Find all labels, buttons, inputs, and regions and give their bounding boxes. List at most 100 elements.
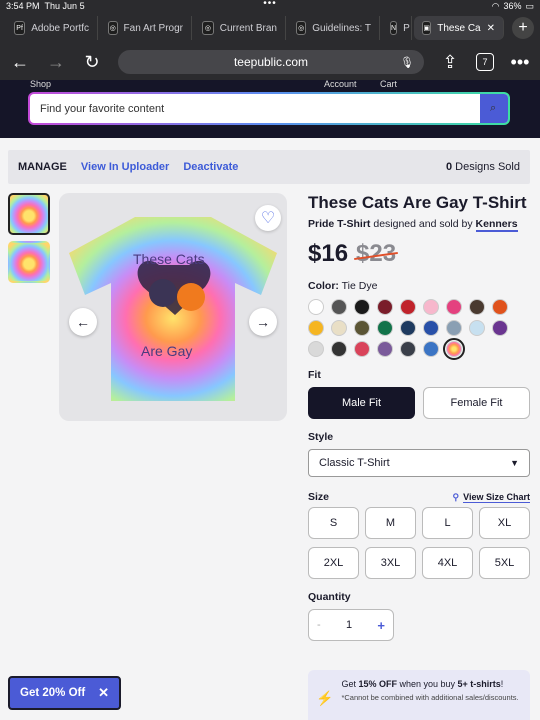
- caret-down-icon: ▼: [510, 458, 519, 468]
- browser-toolbar: ← → ↻ teepublic.com 🎙 ⇪ 7 •••: [0, 44, 540, 80]
- color-swatch[interactable]: [331, 320, 347, 336]
- bulk-promo-banner: ⚡ Get 15% OFF when you buy 5+ t-shirts! …: [308, 670, 530, 720]
- size-option[interactable]: S: [308, 507, 359, 539]
- discount-label: Get 20% Off: [20, 687, 86, 699]
- color-swatch[interactable]: [400, 341, 416, 357]
- browser-tab-active[interactable]: ▣ These Ca ✕: [414, 16, 504, 40]
- status-date: Thu Jun 5: [44, 1, 85, 11]
- back-icon[interactable]: ←: [10, 52, 30, 73]
- thumbnail-shirt[interactable]: [8, 193, 50, 235]
- url-text: teepublic.com: [233, 55, 309, 69]
- tab-favicon-icon: Pf: [14, 21, 26, 35]
- nav-shop[interactable]: Shop: [30, 79, 51, 89]
- color-label: Color: Tie Dye: [308, 280, 378, 292]
- nav-account[interactable]: Account: [324, 79, 357, 89]
- microphone-icon[interactable]: 🎙: [400, 56, 414, 69]
- promo-note: *Cannot be combined with additional sale…: [341, 693, 519, 702]
- more-icon[interactable]: •••: [510, 52, 530, 73]
- shirt-text-bottom: Are Gay: [141, 343, 193, 359]
- thumbnail-design[interactable]: [8, 241, 50, 283]
- size-chart-link[interactable]: ⚲ View Size Chart: [453, 492, 530, 503]
- color-swatch[interactable]: [377, 341, 393, 357]
- quantity-increase-button[interactable]: +: [377, 618, 385, 633]
- prev-arrow-icon[interactable]: ←: [69, 308, 97, 336]
- address-bar[interactable]: teepublic.com 🎙: [118, 50, 424, 74]
- new-tab-button[interactable]: +: [512, 17, 534, 39]
- color-swatch[interactable]: [446, 320, 462, 336]
- nav-cart[interactable]: Cart: [380, 79, 397, 89]
- color-swatch[interactable]: [354, 320, 370, 336]
- designs-sold: 0 Designs Sold: [445, 161, 520, 173]
- color-swatch[interactable]: [354, 299, 370, 315]
- browser-tab[interactable]: NP: [382, 16, 412, 40]
- browser-tab[interactable]: ◎ Guidelines: T: [288, 16, 380, 40]
- color-swatch[interactable]: [469, 320, 485, 336]
- tab-favicon-icon: ◎: [296, 21, 307, 35]
- color-swatch[interactable]: [331, 299, 347, 315]
- product-title: These Cats Are Gay T-Shirt: [308, 193, 527, 212]
- style-select[interactable]: Classic T-Shirt ▼: [308, 449, 530, 477]
- size-option[interactable]: 3XL: [365, 547, 416, 579]
- color-swatch[interactable]: [469, 299, 485, 315]
- color-swatch[interactable]: [308, 320, 324, 336]
- close-tab-icon[interactable]: ✕: [487, 23, 495, 34]
- deactivate-link[interactable]: Deactivate: [183, 161, 238, 173]
- price: $16 $23: [308, 240, 530, 268]
- size-label: Size: [308, 491, 330, 503]
- color-swatch[interactable]: [377, 320, 393, 336]
- tab-overview-button[interactable]: 7: [476, 53, 494, 71]
- search-button[interactable]: ⌕: [480, 94, 508, 123]
- artist-link[interactable]: Kenners: [475, 218, 518, 232]
- lightning-icon: ⚡: [316, 690, 334, 706]
- color-swatch[interactable]: [377, 299, 393, 315]
- status-bar: 3:54 PM Thu Jun 5 ••• ◠ 36% ▭: [0, 0, 540, 12]
- favorite-heart-icon[interactable]: ♡: [255, 205, 281, 231]
- quantity-stepper: - 1 +: [308, 609, 394, 641]
- search-icon: ⌕: [490, 102, 497, 114]
- ruler-icon: ⚲: [452, 491, 460, 502]
- next-arrow-icon[interactable]: →: [249, 308, 277, 336]
- size-option[interactable]: 5XL: [479, 547, 530, 579]
- color-swatch[interactable]: [492, 299, 508, 315]
- share-icon[interactable]: ⇪: [440, 52, 460, 73]
- color-swatch[interactable]: [400, 299, 416, 315]
- browser-tab[interactable]: Pf Adobe Portfc: [6, 16, 98, 40]
- browser-tab[interactable]: ◎ Fan Art Progr: [100, 16, 192, 40]
- manage-bar: MANAGE View In Uploader Deactivate 0 Des…: [8, 150, 530, 184]
- size-option[interactable]: M: [365, 507, 416, 539]
- multitask-dots[interactable]: •••: [263, 0, 277, 9]
- size-options: S M L XL 2XL 3XL 4XL 5XL: [308, 507, 530, 579]
- female-fit-button[interactable]: Female Fit: [423, 387, 530, 419]
- color-swatch[interactable]: [400, 320, 416, 336]
- color-swatch[interactable]: [308, 299, 324, 315]
- color-swatch[interactable]: [443, 338, 465, 360]
- size-option[interactable]: 2XL: [308, 547, 359, 579]
- forward-icon[interactable]: →: [46, 52, 66, 73]
- color-swatch[interactable]: [308, 341, 324, 357]
- tab-favicon-icon: ◎: [202, 21, 214, 35]
- view-in-uploader-link[interactable]: View In Uploader: [81, 161, 169, 173]
- battery-level: 36%: [503, 1, 522, 11]
- browser-tab[interactable]: ◎ Current Bran: [194, 16, 286, 40]
- quantity-value[interactable]: 1: [346, 619, 352, 631]
- size-option[interactable]: L: [422, 507, 473, 539]
- size-option[interactable]: XL: [479, 507, 530, 539]
- color-swatch[interactable]: [331, 341, 347, 357]
- male-fit-button[interactable]: Male Fit: [308, 387, 415, 419]
- color-swatch[interactable]: [492, 320, 508, 336]
- current-price: $16: [308, 240, 349, 267]
- tab-favicon-icon: ▣: [422, 21, 432, 35]
- search-input[interactable]: Find your favorite content: [30, 103, 480, 115]
- color-swatch[interactable]: [423, 299, 439, 315]
- color-swatch[interactable]: [423, 320, 439, 336]
- tab-strip: Pf Adobe Portfc ◎ Fan Art Progr ◎ Current B…: [0, 12, 540, 44]
- close-icon[interactable]: ✕: [98, 685, 109, 701]
- quantity-decrease-button[interactable]: -: [317, 619, 321, 631]
- color-swatch[interactable]: [423, 341, 439, 357]
- color-swatch[interactable]: [446, 299, 462, 315]
- color-swatch[interactable]: [354, 341, 370, 357]
- size-option[interactable]: 4XL: [422, 547, 473, 579]
- discount-popup-button[interactable]: Get 20% Off ✕: [8, 676, 121, 710]
- product-image: These Cats Are Gay ♡ ← →: [59, 193, 287, 421]
- reload-icon[interactable]: ↻: [82, 52, 102, 73]
